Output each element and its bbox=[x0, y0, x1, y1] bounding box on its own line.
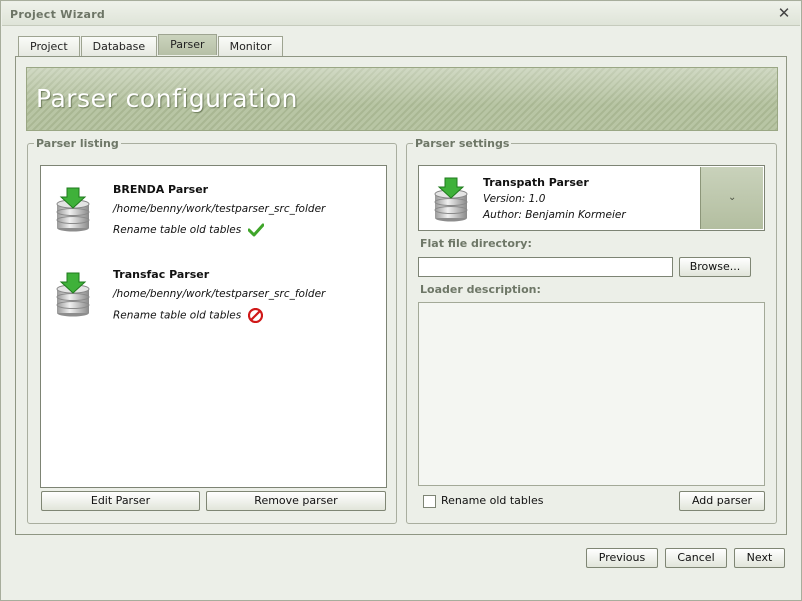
database-download-icon bbox=[56, 272, 90, 317]
project-wizard-window: Project Wizard ✕ Project Database Parser… bbox=[0, 0, 802, 601]
parser-settings-label: Parser settings bbox=[413, 137, 512, 150]
flat-file-directory-field[interactable] bbox=[418, 257, 673, 277]
remove-parser-button[interactable]: Remove parser bbox=[206, 491, 386, 511]
forbidden-icon bbox=[247, 308, 263, 323]
check-icon bbox=[247, 223, 264, 237]
previous-button[interactable]: Previous bbox=[586, 548, 658, 568]
loader-description-field[interactable] bbox=[418, 302, 765, 486]
window-title: Project Wizard bbox=[10, 8, 106, 21]
list-item[interactable]: BRENDA Parser /home/benny/work/testparse… bbox=[41, 166, 386, 246]
add-parser-button[interactable]: Add parser bbox=[679, 491, 765, 511]
database-download-icon bbox=[434, 177, 468, 222]
parser-option: Rename table old tables bbox=[113, 308, 263, 323]
browse-button[interactable]: Browse... bbox=[679, 257, 751, 277]
next-button[interactable]: Next bbox=[734, 548, 785, 568]
parser-settings-group: Parser settings Transpath Parser Version… bbox=[406, 137, 777, 524]
parser-selector[interactable]: Transpath Parser Version: 1.0 Author: Be… bbox=[418, 165, 765, 231]
database-download-icon bbox=[56, 187, 90, 232]
rename-old-tables-label: Rename old tables bbox=[441, 494, 544, 507]
page-title: Parser configuration bbox=[36, 84, 299, 113]
parser-listing-label: Parser listing bbox=[34, 137, 121, 150]
close-icon[interactable]: ✕ bbox=[776, 5, 792, 21]
selected-parser-name: Transpath Parser bbox=[483, 176, 589, 189]
list-item[interactable]: Transfac Parser /home/benny/work/testpar… bbox=[41, 251, 386, 331]
title-bar: Project Wizard ✕ bbox=[2, 2, 800, 26]
parser-path: /home/benny/work/testparser_src_folder bbox=[113, 288, 326, 300]
parser-option-text: Rename table old tables bbox=[113, 224, 242, 236]
parser-tab-panel: Parser configuration Parser listing BREN… bbox=[15, 56, 787, 535]
tab-database[interactable]: Database bbox=[80, 36, 158, 56]
parser-option: Rename table old tables bbox=[113, 223, 264, 237]
tab-project[interactable]: Project bbox=[18, 36, 80, 56]
parser-name: Transfac Parser bbox=[113, 268, 210, 281]
parser-list[interactable]: BRENDA Parser /home/benny/work/testparse… bbox=[40, 165, 387, 488]
rename-old-tables-checkbox[interactable] bbox=[423, 495, 436, 508]
flat-file-label: Flat file directory: bbox=[420, 237, 532, 250]
tab-parser[interactable]: Parser bbox=[158, 34, 217, 55]
parser-path: /home/benny/work/testparser_src_folder bbox=[113, 203, 326, 215]
parser-listing-group: Parser listing BRENDA Parser /home/benny… bbox=[27, 137, 397, 524]
parser-option-text: Rename table old tables bbox=[113, 309, 242, 322]
tab-monitor[interactable]: Monitor bbox=[217, 36, 284, 56]
edit-parser-button[interactable]: Edit Parser bbox=[41, 491, 200, 511]
selected-parser-version: Version: 1.0 bbox=[483, 193, 546, 205]
parser-name: BRENDA Parser bbox=[113, 183, 209, 196]
loader-description-label: Loader description: bbox=[420, 283, 541, 296]
parser-dropdown-button[interactable]: ⌄ bbox=[700, 167, 763, 229]
header-banner: Parser configuration bbox=[26, 67, 778, 131]
selected-parser-author: Author: Benjamin Kormeier bbox=[483, 209, 626, 221]
cancel-button[interactable]: Cancel bbox=[665, 548, 727, 568]
tab-bar: Project Database Parser Monitor bbox=[18, 34, 284, 56]
chevron-down-icon: ⌄ bbox=[728, 192, 737, 203]
